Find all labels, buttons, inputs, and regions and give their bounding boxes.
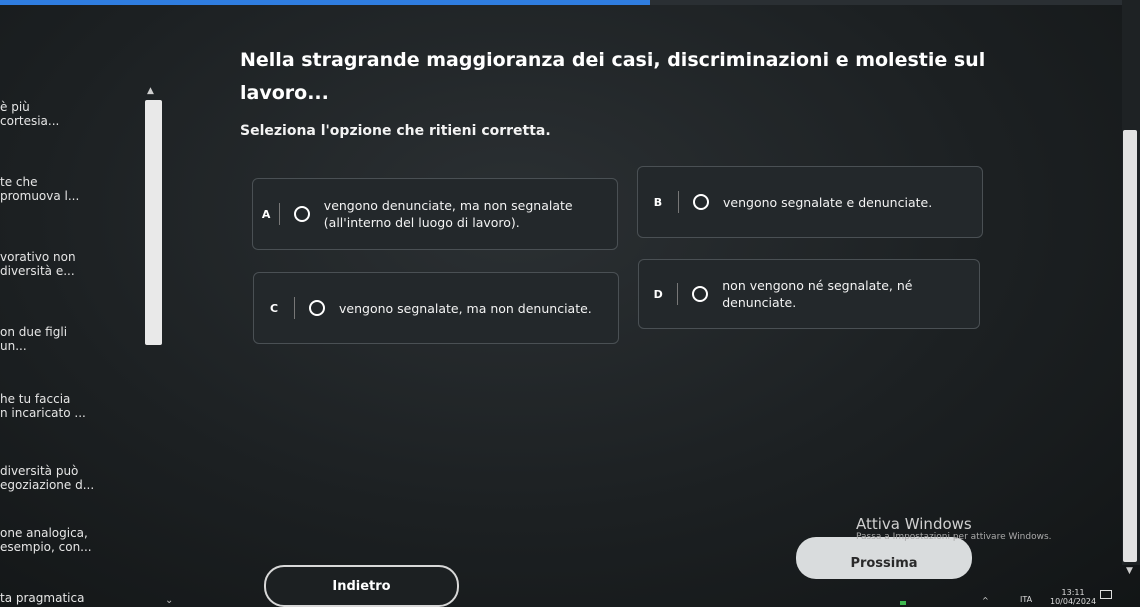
sidebar-item-2[interactable]: te che promuova l... <box>0 175 140 203</box>
sidebar-item-6[interactable]: diversità può egoziazione d... <box>0 464 140 492</box>
page-scrollbar-thumb[interactable] <box>1123 130 1137 562</box>
progress-bar <box>0 0 1140 5</box>
windows-activation-subtitle: Passa a Impostazioni per attivare Window… <box>856 532 1052 542</box>
radio-icon[interactable] <box>692 286 709 302</box>
option-text: vengono denunciate, ma non segnalate (al… <box>323 198 573 230</box>
battery-icon <box>900 601 906 605</box>
option-text: non vengono né segnalate, né denunciate. <box>722 278 913 310</box>
radio-icon[interactable] <box>693 194 709 210</box>
option-b[interactable]: B vengono segnalate e denunciate. <box>637 166 983 238</box>
chevron-down-icon[interactable]: ▼ <box>1126 566 1133 576</box>
option-d[interactable]: D non vengono né segnalate, né denunciat… <box>638 259 980 329</box>
option-letter: A <box>261 207 271 221</box>
sidebar-item-7[interactable]: one analogica, esempio, con... <box>0 526 140 554</box>
question-instruction: Seleziona l'opzione che ritieni corretta… <box>240 123 551 139</box>
chevron-up-icon[interactable]: ▲ <box>147 86 154 96</box>
option-divider <box>294 297 295 319</box>
notification-icon[interactable] <box>1100 590 1112 599</box>
progress-fill <box>0 0 650 5</box>
sidebar-item-3[interactable]: vorativo non diversità e... <box>0 250 140 278</box>
clock[interactable]: 13:11 10/04/2024 <box>1050 588 1096 606</box>
chevron-up-icon[interactable]: ^ <box>982 596 989 605</box>
option-divider <box>279 203 280 225</box>
option-text: vengono segnalate e denunciate. <box>723 194 933 210</box>
radio-icon[interactable] <box>309 300 325 316</box>
option-divider <box>678 191 679 213</box>
option-letter: B <box>653 195 663 209</box>
sidebar-scrollbar[interactable] <box>145 100 162 345</box>
taskbar <box>0 594 1140 607</box>
option-divider <box>677 283 679 305</box>
sidebar-item-4[interactable]: on due figli un... <box>0 325 140 353</box>
option-a[interactable]: A vengono denunciate, ma non segnalate (… <box>252 178 618 250</box>
option-text: vengono segnalate, ma non denunciate. <box>339 300 592 316</box>
option-letter: C <box>269 301 279 315</box>
sidebar-item-1[interactable]: è più cortesia... <box>0 100 140 128</box>
language-indicator[interactable]: ITA <box>1020 595 1032 604</box>
option-c[interactable]: C vengono segnalate, ma non denunciate. <box>253 272 619 344</box>
option-letter: D <box>653 287 663 301</box>
sidebar-item-5[interactable]: he tu faccia n incaricato ... <box>0 392 140 420</box>
next-button[interactable]: Prossima <box>796 537 972 579</box>
radio-icon[interactable] <box>293 206 310 222</box>
question-title: Nella stragrande maggioranza dei casi, d… <box>240 49 986 104</box>
sidebar-question-list: è più cortesia... te che promuova l... v… <box>0 88 140 607</box>
windows-activation-title: Attiva Windows <box>856 515 972 533</box>
